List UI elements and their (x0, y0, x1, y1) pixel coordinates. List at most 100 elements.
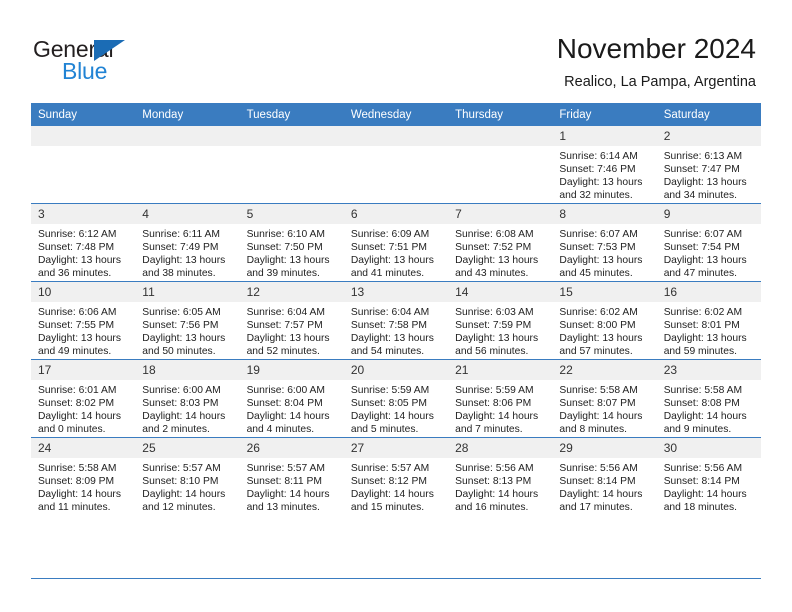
day-cell[interactable]: 21 Sunrise: 5:59 AM Sunset: 8:06 PM Dayl… (448, 359, 553, 438)
day-number: 4 (135, 204, 240, 224)
sunrise-text: Sunrise: 6:11 AM (142, 229, 220, 240)
day-cell[interactable]: 14 Sunrise: 6:03 AM Sunset: 7:59 PM Dayl… (448, 281, 553, 360)
sunrise-text: Sunrise: 6:14 AM (559, 151, 638, 162)
sunset-text: Sunset: 7:50 PM (246, 242, 323, 254)
day-cell[interactable]: 1 Sunrise: 6:14 AM Sunset: 7:46 PM Dayli… (552, 126, 657, 204)
day-cell[interactable]: 7 Sunrise: 6:08 AM Sunset: 7:52 PM Dayli… (448, 203, 553, 282)
page-header: General Blue November 2024 Realico, La P… (0, 0, 792, 104)
daylight-text-line1: Daylight: 14 hours (663, 489, 747, 501)
day-cell[interactable]: 30 Sunrise: 5:56 AM Sunset: 8:14 PM Dayl… (656, 437, 761, 515)
daylight-text-line2: and 2 minutes. (142, 424, 210, 436)
day-cell[interactable]: 22 Sunrise: 5:58 AM Sunset: 8:07 PM Dayl… (552, 359, 657, 438)
day-number: 22 (552, 360, 657, 380)
day-details: Sunrise: 6:11 AM Sunset: 7:49 PM Dayligh… (135, 224, 239, 280)
daylight-text-line1: Daylight: 13 hours (246, 255, 330, 267)
daylight-text-line2: and 56 minutes. (455, 346, 529, 358)
daylight-text-line1: Daylight: 13 hours (350, 255, 434, 267)
daylight-text-line2: and 47 minutes. (663, 268, 737, 280)
sunrise-text: Sunrise: 6:06 AM (38, 307, 117, 318)
day-cell[interactable] (239, 126, 344, 204)
day-details: Sunrise: 6:08 AM Sunset: 7:52 PM Dayligh… (448, 224, 552, 280)
daylight-text-line1: Daylight: 14 hours (559, 411, 643, 423)
day-number (239, 126, 344, 146)
day-cell[interactable]: 4 Sunrise: 6:11 AM Sunset: 7:49 PM Dayli… (135, 203, 240, 282)
daylight-text-line2: and 50 minutes. (142, 346, 216, 358)
daylight-text-line2: and 39 minutes. (246, 268, 320, 280)
day-cell[interactable] (31, 126, 136, 204)
day-cell[interactable] (448, 126, 553, 204)
daylight-text-line1: Daylight: 14 hours (455, 489, 539, 501)
day-number: 23 (656, 360, 761, 380)
daylight-text-line1: Daylight: 13 hours (559, 255, 643, 267)
day-number: 8 (552, 204, 657, 224)
day-details: Sunrise: 5:56 AM Sunset: 8:13 PM Dayligh… (448, 458, 552, 514)
day-cell[interactable]: 24 Sunrise: 5:58 AM Sunset: 8:09 PM Dayl… (31, 437, 136, 515)
day-cell[interactable]: 11 Sunrise: 6:05 AM Sunset: 7:56 PM Dayl… (135, 281, 240, 360)
day-cell[interactable]: 29 Sunrise: 5:56 AM Sunset: 8:14 PM Dayl… (552, 437, 657, 515)
sunset-text: Sunset: 7:58 PM (350, 320, 427, 332)
daylight-text-line1: Daylight: 14 hours (246, 489, 330, 501)
day-cell[interactable]: 5 Sunrise: 6:10 AM Sunset: 7:50 PM Dayli… (239, 203, 344, 282)
sunrise-text: Sunrise: 6:02 AM (559, 307, 638, 318)
sunrise-text: Sunrise: 5:57 AM (246, 463, 325, 474)
day-cell[interactable]: 10 Sunrise: 6:06 AM Sunset: 7:55 PM Dayl… (31, 281, 136, 360)
day-number: 26 (239, 438, 344, 458)
sunrise-text: Sunrise: 6:09 AM (350, 229, 430, 240)
sunrise-text: Sunrise: 6:00 AM (142, 385, 221, 396)
daylight-text-line1: Daylight: 13 hours (559, 333, 643, 345)
daylight-text-line2: and 52 minutes. (246, 346, 320, 358)
day-details: Sunrise: 6:00 AM Sunset: 8:03 PM Dayligh… (135, 380, 239, 436)
day-cell[interactable]: 15 Sunrise: 6:02 AM Sunset: 8:00 PM Dayl… (552, 281, 657, 360)
daylight-text-line1: Daylight: 13 hours (350, 333, 434, 345)
day-number (135, 126, 240, 146)
day-cell[interactable]: 26 Sunrise: 5:57 AM Sunset: 8:11 PM Dayl… (239, 437, 344, 515)
sunset-text: Sunset: 8:05 PM (350, 398, 427, 410)
daylight-text-line2: and 0 minutes. (38, 424, 106, 436)
daylight-text-line1: Daylight: 13 hours (142, 333, 226, 345)
day-cell[interactable]: 8 Sunrise: 6:07 AM Sunset: 7:53 PM Dayli… (552, 203, 657, 282)
day-cell[interactable]: 13 Sunrise: 6:04 AM Sunset: 7:58 PM Dayl… (343, 281, 449, 360)
day-details: Sunrise: 6:04 AM Sunset: 7:57 PM Dayligh… (240, 302, 344, 358)
day-number: 1 (552, 126, 657, 146)
day-cell[interactable]: 23 Sunrise: 5:58 AM Sunset: 8:08 PM Dayl… (656, 359, 761, 438)
day-cell[interactable]: 3 Sunrise: 6:12 AM Sunset: 7:48 PM Dayli… (31, 203, 136, 282)
daylight-text-line1: Daylight: 14 hours (455, 411, 539, 423)
week-row: 24 Sunrise: 5:58 AM Sunset: 8:09 PM Dayl… (31, 437, 761, 515)
day-cell[interactable] (135, 126, 240, 204)
day-number: 28 (448, 438, 553, 458)
day-cell[interactable]: 28 Sunrise: 5:56 AM Sunset: 8:13 PM Dayl… (448, 437, 553, 515)
sunset-text: Sunset: 8:14 PM (663, 476, 740, 488)
sunset-text: Sunset: 7:46 PM (559, 164, 636, 176)
day-cell[interactable]: 18 Sunrise: 6:00 AM Sunset: 8:03 PM Dayl… (135, 359, 240, 438)
daylight-text-line1: Daylight: 13 hours (455, 255, 539, 267)
sunset-text: Sunset: 8:11 PM (246, 476, 322, 488)
daylight-text-line2: and 18 minutes. (663, 502, 737, 514)
day-cell[interactable]: 25 Sunrise: 5:57 AM Sunset: 8:10 PM Dayl… (135, 437, 240, 515)
sunrise-text: Sunrise: 5:57 AM (350, 463, 430, 474)
day-cell[interactable]: 17 Sunrise: 6:01 AM Sunset: 8:02 PM Dayl… (31, 359, 136, 438)
day-details: Sunrise: 6:07 AM Sunset: 7:53 PM Dayligh… (552, 224, 656, 280)
day-cell[interactable] (343, 126, 449, 204)
day-cell[interactable]: 20 Sunrise: 5:59 AM Sunset: 8:05 PM Dayl… (343, 359, 449, 438)
sunrise-text: Sunrise: 6:13 AM (663, 151, 743, 162)
sunset-text: Sunset: 8:07 PM (559, 398, 636, 410)
day-cell[interactable]: 19 Sunrise: 6:00 AM Sunset: 8:04 PM Dayl… (239, 359, 344, 438)
day-details: Sunrise: 6:12 AM Sunset: 7:48 PM Dayligh… (31, 224, 135, 280)
general-blue-logo[interactable]: General Blue (33, 36, 183, 88)
day-cell[interactable]: 2 Sunrise: 6:13 AM Sunset: 7:47 PM Dayli… (656, 126, 761, 204)
sunset-text: Sunset: 8:03 PM (142, 398, 219, 410)
day-cell[interactable]: 16 Sunrise: 6:02 AM Sunset: 8:01 PM Dayl… (656, 281, 761, 360)
day-details: Sunrise: 6:01 AM Sunset: 8:02 PM Dayligh… (31, 380, 135, 436)
sunrise-text: Sunrise: 6:01 AM (38, 385, 117, 396)
sunrise-text: Sunrise: 5:56 AM (663, 463, 743, 474)
day-cell[interactable]: 12 Sunrise: 6:04 AM Sunset: 7:57 PM Dayl… (239, 281, 344, 360)
day-cell[interactable]: 9 Sunrise: 6:07 AM Sunset: 7:54 PM Dayli… (656, 203, 761, 282)
day-details (448, 146, 552, 150)
daylight-text-line2: and 8 minutes. (559, 424, 627, 436)
daylight-text-line1: Daylight: 14 hours (350, 411, 434, 423)
day-cell[interactable]: 6 Sunrise: 6:09 AM Sunset: 7:51 PM Dayli… (343, 203, 449, 282)
day-cell[interactable]: 27 Sunrise: 5:57 AM Sunset: 8:12 PM Dayl… (343, 437, 449, 515)
day-number: 2 (656, 126, 761, 146)
day-details: Sunrise: 5:59 AM Sunset: 8:05 PM Dayligh… (344, 380, 448, 436)
day-number: 17 (31, 360, 136, 380)
